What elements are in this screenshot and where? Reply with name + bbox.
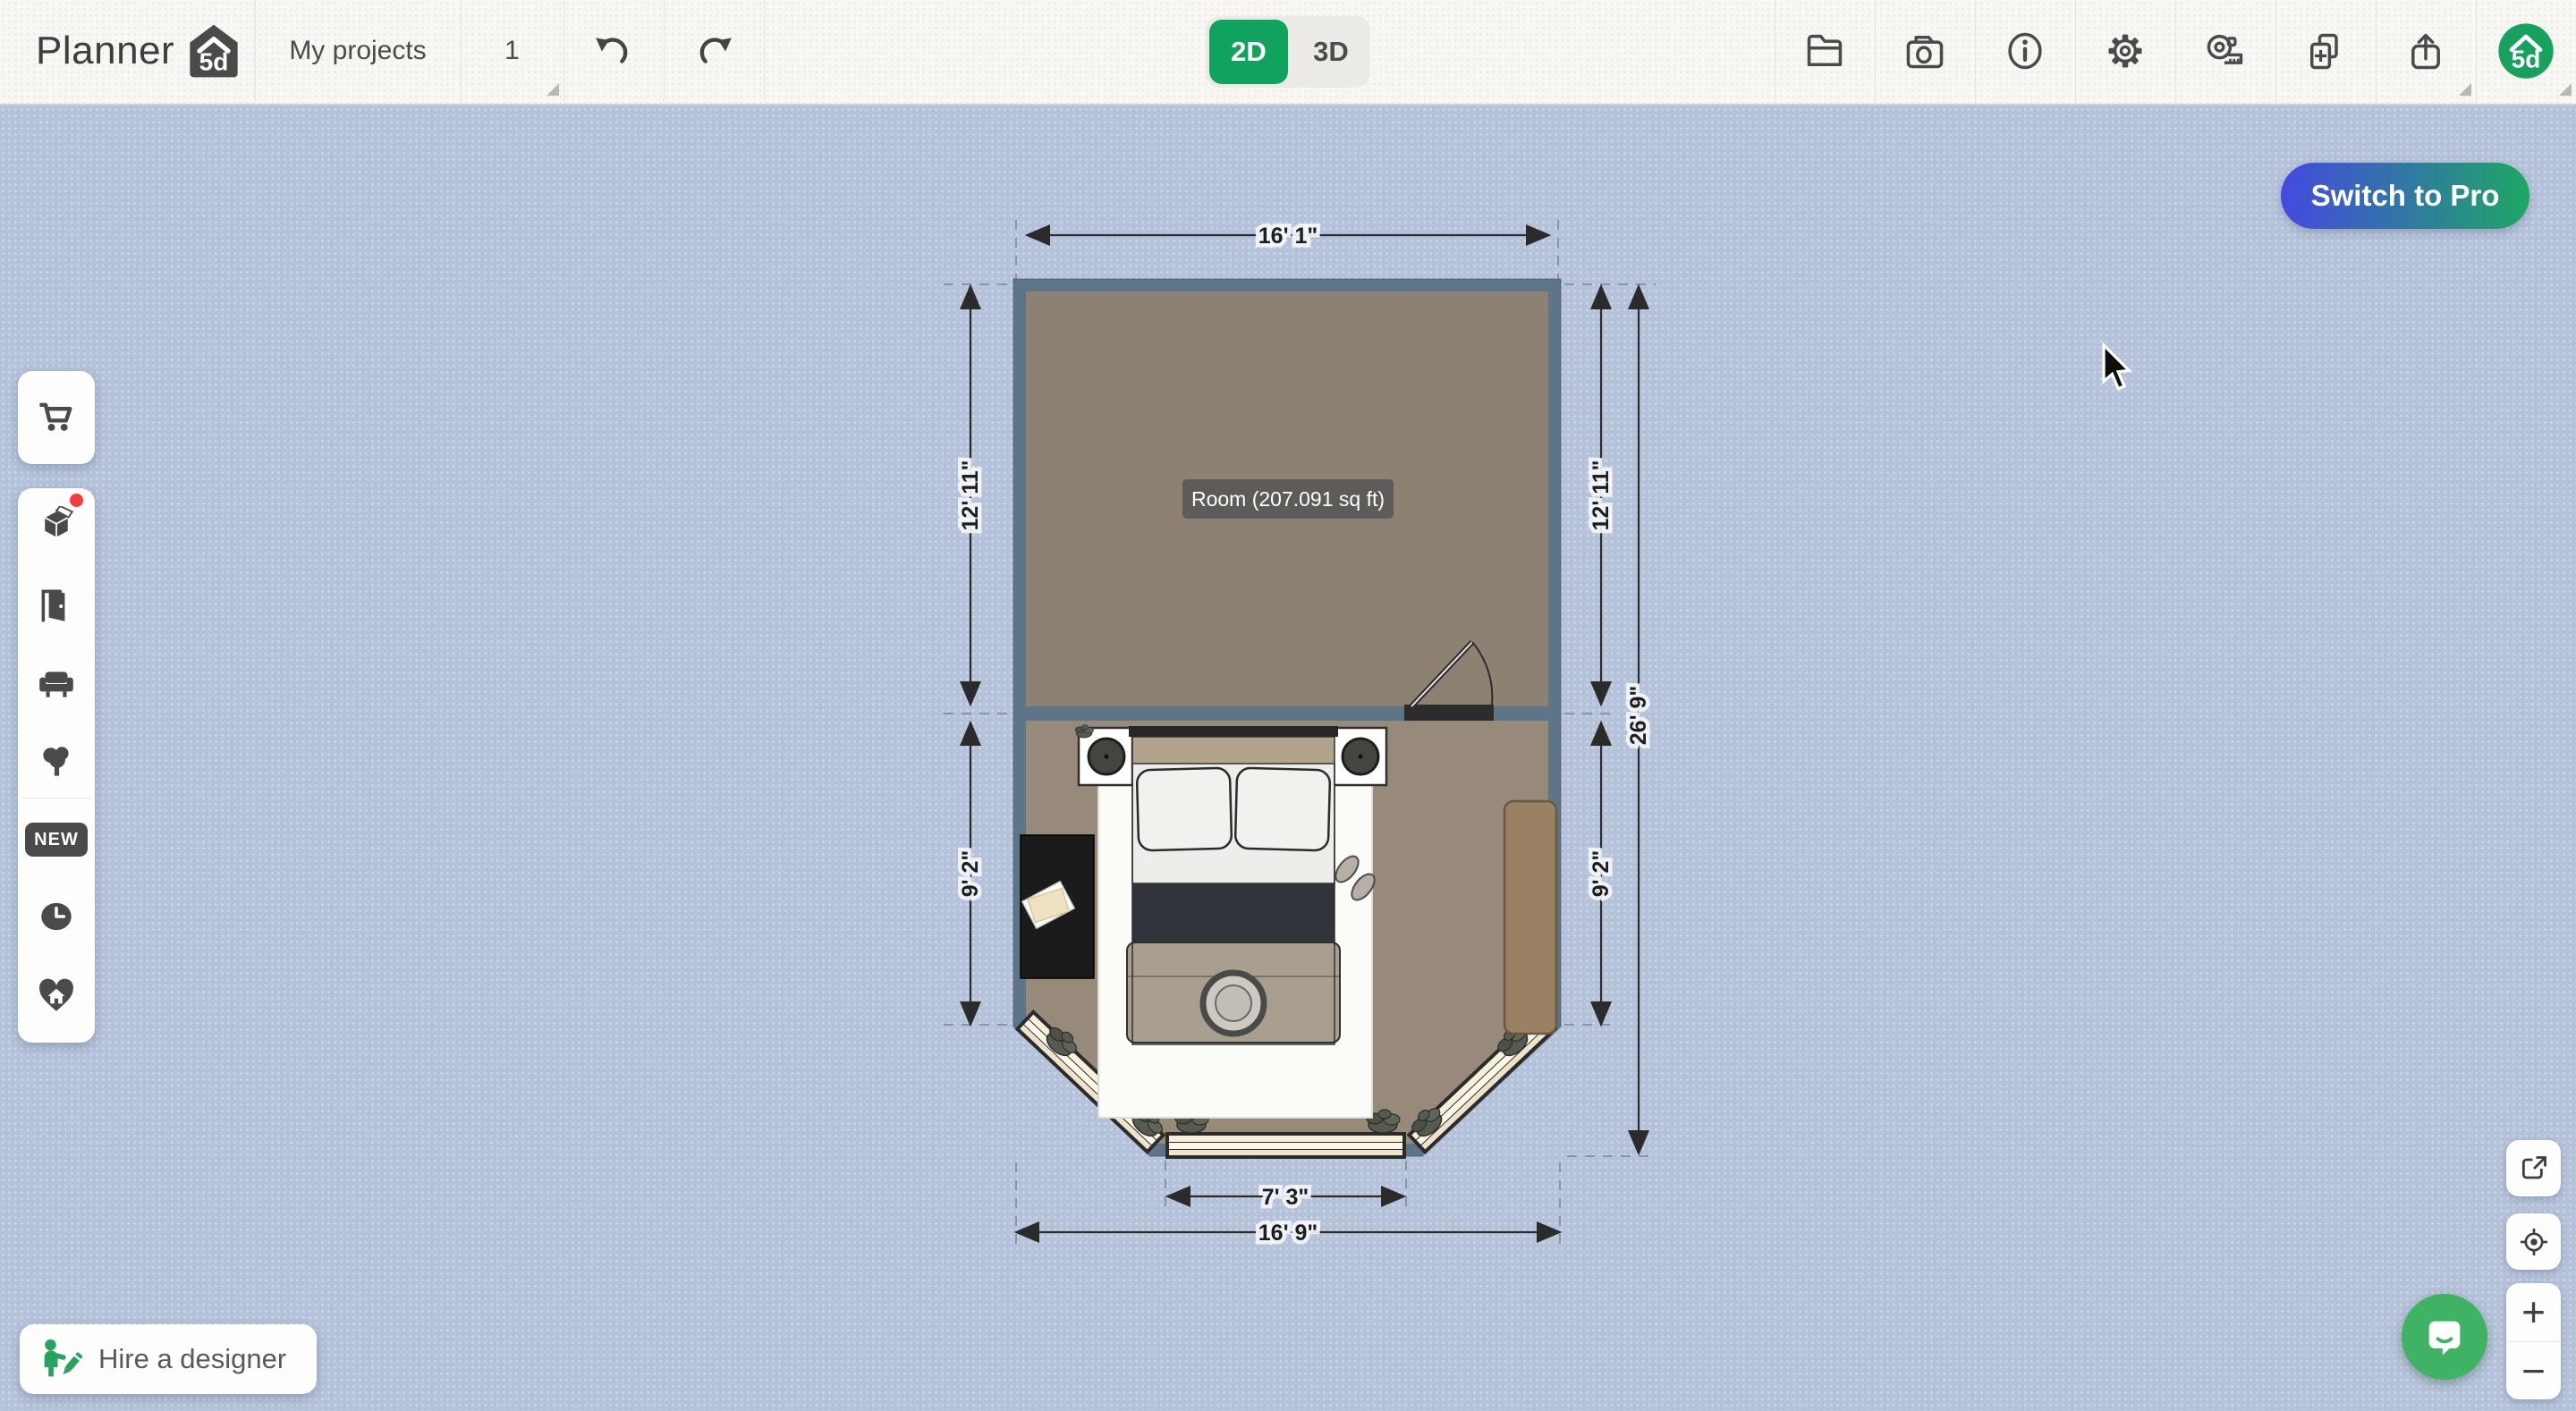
room-label[interactable]: Room (207.091 sq ft) xyxy=(1182,479,1394,519)
view-mode-toggle: 2D 3D xyxy=(1206,16,1370,88)
svg-text:Room (207.091 sq ft): Room (207.091 sq ft) xyxy=(1191,487,1385,511)
history-clock-icon xyxy=(41,902,72,931)
nightstand-left[interactable] xyxy=(1074,724,1134,787)
designer-person-pencil-icon xyxy=(44,1339,83,1377)
bench[interactable] xyxy=(1503,799,1558,1035)
zoom-out-button[interactable]: − xyxy=(2506,1342,2561,1400)
tool-history[interactable] xyxy=(18,878,95,955)
app-window: 16' 1" 12' 11" 9' 2" 12' 11" 9' 2" 26' 9… xyxy=(0,0,2576,1411)
favorites-heart-home-icon xyxy=(39,978,73,1011)
tool-doors-windows[interactable] xyxy=(18,567,95,644)
dropdown-corner xyxy=(547,83,559,96)
my-projects-button[interactable]: My projects xyxy=(255,0,461,102)
dim-bottom-total: 16' 9" xyxy=(1258,1221,1318,1246)
brand-name: Planner xyxy=(36,29,175,72)
snapshot-camera-icon xyxy=(1906,35,1944,69)
zoom-in-button[interactable]: + xyxy=(2506,1283,2561,1341)
settings-gear-icon xyxy=(2108,34,2142,68)
open-external-button[interactable] xyxy=(2506,1140,2561,1196)
dim-right-lower: 9' 2" xyxy=(1589,850,1614,898)
notification-dot xyxy=(70,494,83,507)
door-icon xyxy=(41,589,65,622)
desk[interactable] xyxy=(1020,834,1095,979)
folder-icon xyxy=(1807,34,1843,67)
top-toolbar: Planner 5d My projects 1 2D 3D 5d xyxy=(0,0,2576,106)
tool-new-items[interactable]: NEW xyxy=(18,801,95,878)
switch-to-pro-button[interactable]: Switch to Pro xyxy=(2281,163,2529,229)
projects-folder-button[interactable] xyxy=(1775,0,1875,102)
settings-button[interactable] xyxy=(2075,0,2175,102)
hire-designer-button[interactable]: Hire a designer xyxy=(20,1324,317,1394)
dim-right-total: 26' 9" xyxy=(1626,686,1651,745)
locate-target-icon xyxy=(2520,1228,2547,1255)
app-logo[interactable]: Planner 5d xyxy=(36,0,242,102)
dropdown-corner xyxy=(2459,83,2471,96)
dim-right-upper: 12' 11" xyxy=(1589,460,1614,531)
redo-button[interactable] xyxy=(664,0,764,102)
undo-icon xyxy=(596,38,628,63)
mouse-cursor xyxy=(2102,342,2132,391)
info-icon xyxy=(2008,32,2042,70)
floorplan-canvas[interactable]: 16' 1" 12' 11" 9' 2" 12' 11" 9' 2" 26' 9… xyxy=(0,0,2576,1411)
tool-construction[interactable] xyxy=(18,488,95,565)
tool-furniture[interactable] xyxy=(18,646,95,722)
duplicate-plus-icon xyxy=(2309,33,2338,70)
double-bed[interactable] xyxy=(1126,726,1341,1045)
duplicate-button[interactable] xyxy=(2275,0,2376,102)
account-avatar: 5d xyxy=(2498,23,2554,79)
furniture-sofa-icon xyxy=(39,672,73,697)
chat-bubble-icon xyxy=(2428,1321,2461,1356)
shop-button[interactable] xyxy=(18,371,95,464)
export-button[interactable] xyxy=(2376,0,2476,102)
measure-button[interactable] xyxy=(2175,0,2275,102)
info-button[interactable] xyxy=(1975,0,2075,102)
account-button[interactable]: 5d xyxy=(2476,0,2576,102)
dim-top: 16' 1" xyxy=(1258,224,1318,249)
tab-2d[interactable]: 2D xyxy=(1209,20,1288,84)
svg-text:5d: 5d xyxy=(2512,46,2541,73)
external-link-icon xyxy=(2521,1155,2546,1179)
construction-cube-icon xyxy=(42,506,74,539)
redo-icon xyxy=(699,38,732,63)
snapshot-button[interactable] xyxy=(1875,0,1975,102)
center-view-button[interactable] xyxy=(2506,1213,2561,1270)
tool-favorites[interactable] xyxy=(18,957,95,1034)
dim-left-lower: 9' 2" xyxy=(958,850,983,898)
hire-designer-label: Hire a designer xyxy=(98,1343,287,1374)
divider xyxy=(764,0,765,102)
undo-button[interactable] xyxy=(564,0,664,102)
bay-window-center[interactable] xyxy=(1165,1132,1406,1159)
dim-left-upper: 12' 11" xyxy=(958,460,983,531)
outdoor-tree-icon xyxy=(43,747,69,776)
export-share-icon xyxy=(2411,33,2440,70)
svg-text:5d: 5d xyxy=(199,47,229,75)
zoom-controls: + − xyxy=(2506,1283,2561,1399)
catalog-toolbar: NEW xyxy=(18,488,95,1043)
dropdown-corner xyxy=(2559,83,2572,96)
shopping-cart-icon xyxy=(39,402,72,431)
chat-widget-button[interactable] xyxy=(2402,1294,2487,1380)
dim-bottom-window: 7' 3" xyxy=(1262,1185,1309,1210)
floor-selector[interactable]: 1 xyxy=(461,0,564,102)
brand-house-icon: 5d xyxy=(190,24,238,78)
bed-tray[interactable] xyxy=(1199,969,1267,1037)
nightstand-right[interactable] xyxy=(1331,726,1388,787)
tape-measure-icon xyxy=(2207,34,2243,64)
new-badge: NEW xyxy=(25,823,88,857)
tool-outdoor[interactable] xyxy=(18,724,95,801)
tab-3d[interactable]: 3D xyxy=(1292,16,1370,88)
